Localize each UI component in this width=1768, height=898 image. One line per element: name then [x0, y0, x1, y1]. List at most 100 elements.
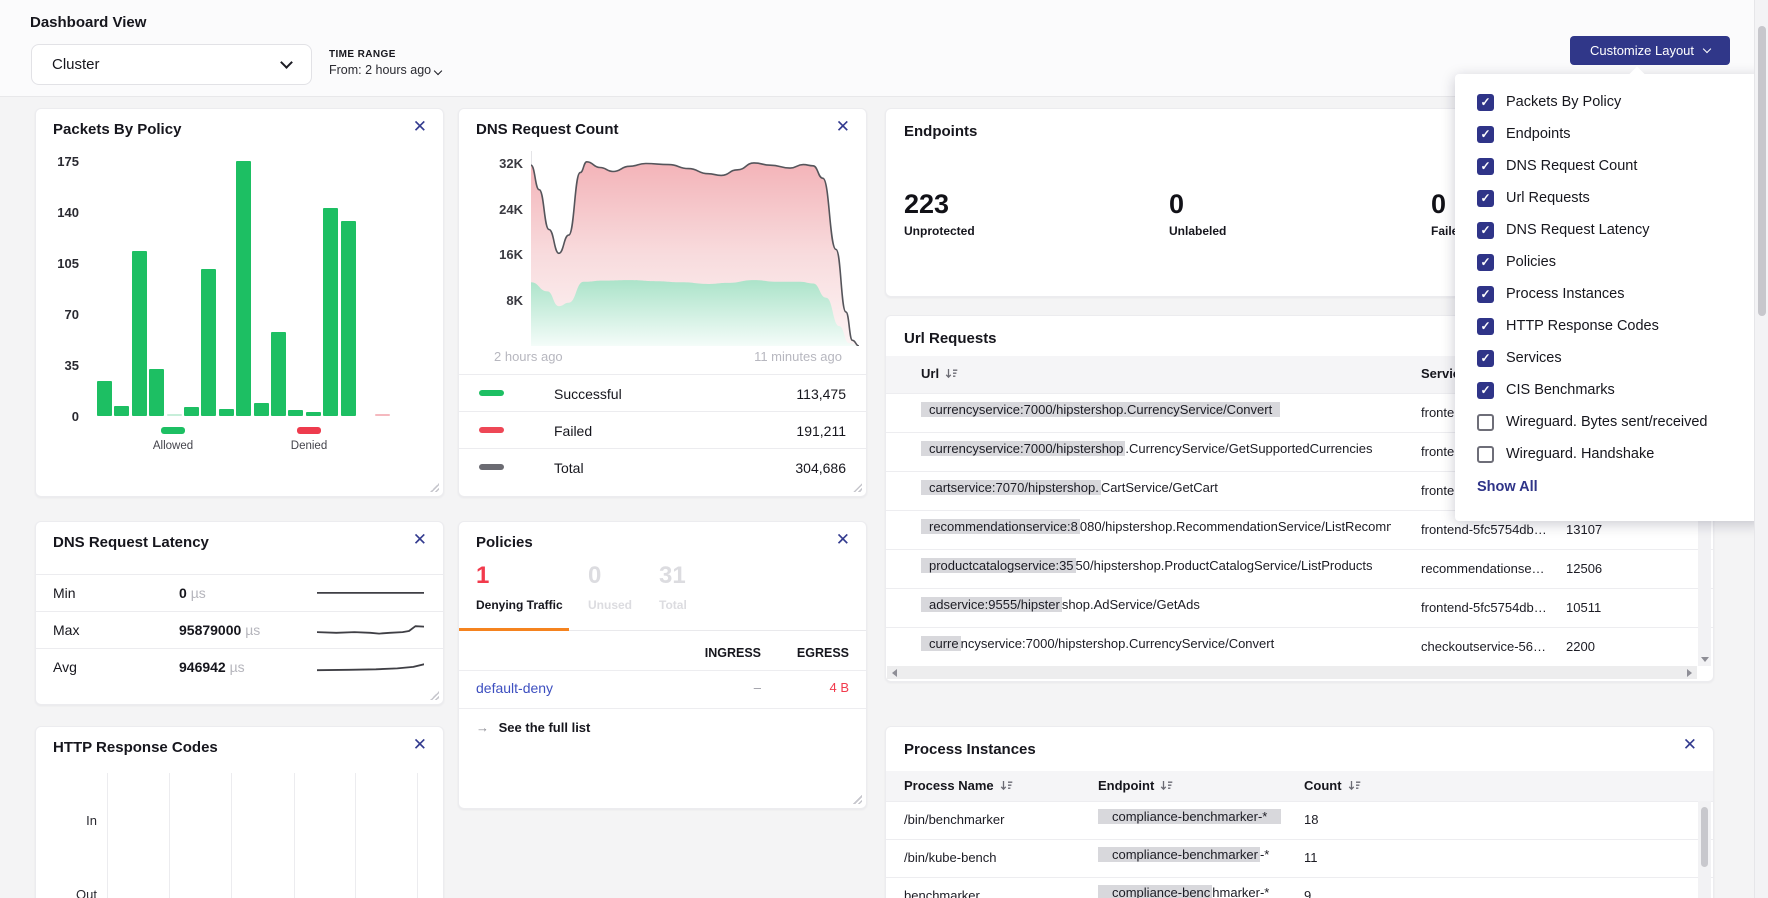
scroll-down-icon[interactable]: [1701, 657, 1709, 662]
card-title: Endpoints: [904, 123, 977, 140]
table-row[interactable]: /bin/kube-bench compliance-benchmarker-*…: [886, 839, 1713, 877]
checkbox[interactable]: [1477, 190, 1494, 207]
close-icon[interactable]: ✕: [836, 118, 850, 135]
close-icon[interactable]: ✕: [413, 736, 427, 753]
menu-item-endpoints[interactable]: Endpoints: [1477, 118, 1765, 150]
tab-total[interactable]: 31 Total: [659, 564, 687, 612]
checkbox[interactable]: [1477, 286, 1494, 303]
menu-item-cis-benchmarks[interactable]: CIS Benchmarks: [1477, 374, 1765, 406]
scrollbar-thumb[interactable]: [1701, 807, 1708, 867]
table-vertical-scrollbar[interactable]: [1698, 801, 1711, 898]
table-row[interactable]: currencyservice:7000/hipstershop.Currenc…: [886, 627, 1713, 666]
customize-layout-menu: Packets By Policy Endpoints DNS Request …: [1455, 74, 1765, 521]
menu-item-process-instances[interactable]: Process Instances: [1477, 278, 1765, 310]
column-header-url[interactable]: Url: [921, 366, 958, 381]
show-all-link[interactable]: Show All: [1477, 470, 1765, 504]
endpoint-chip: compliance-benc: [1098, 885, 1212, 898]
close-icon[interactable]: ✕: [836, 531, 850, 548]
time-range-label: TIME RANGE: [329, 49, 441, 60]
row-divider: [459, 670, 866, 671]
column-header-endpoint[interactable]: Endpoint: [1098, 778, 1173, 793]
checkbox[interactable]: [1477, 126, 1494, 143]
checkbox[interactable]: [1477, 382, 1494, 399]
menu-item-wireguard-handshake[interactable]: Wireguard. Handshake: [1477, 438, 1765, 470]
tab-value: 1: [476, 564, 563, 588]
table-horizontal-scrollbar[interactable]: [887, 666, 1697, 679]
tab-denying-traffic[interactable]: 1 Denying Traffic: [476, 564, 563, 612]
page-scrollbar[interactable]: [1754, 0, 1768, 898]
policy-name-link[interactable]: default-deny: [476, 680, 553, 696]
legend-row-total[interactable]: Total 304,686: [459, 448, 866, 485]
y-category-in: In: [57, 813, 97, 828]
customize-layout-label: Customize Layout: [1590, 43, 1694, 58]
card-title: HTTP Response Codes: [53, 739, 218, 756]
menu-item-dns-request-latency[interactable]: DNS Request Latency: [1477, 214, 1765, 246]
active-tab-underline: [459, 628, 569, 631]
sort-icon[interactable]: [1160, 780, 1173, 792]
checkbox[interactable]: [1477, 222, 1494, 239]
menu-item-packets-by-policy[interactable]: Packets By Policy: [1477, 86, 1765, 118]
checkbox[interactable]: [1477, 254, 1494, 271]
see-full-list-link[interactable]: → See the full list: [476, 720, 590, 735]
bar-allowed: [288, 410, 303, 416]
table-row[interactable]: productcatalogservice:3550/hipstershop.P…: [886, 549, 1713, 588]
resize-handle[interactable]: [429, 690, 439, 700]
sort-icon[interactable]: [945, 368, 958, 380]
menu-item-url-requests[interactable]: Url Requests: [1477, 182, 1765, 214]
customize-layout-button[interactable]: Customize Layout: [1570, 36, 1730, 65]
menu-item-http-response-codes[interactable]: HTTP Response Codes: [1477, 310, 1765, 342]
bar-allowed: [132, 251, 147, 416]
close-icon[interactable]: ✕: [1683, 736, 1697, 753]
card-dns-request-latency: DNS Request Latency ✕ Min 0 µs Max 95879…: [35, 521, 444, 705]
menu-item-policies[interactable]: Policies: [1477, 246, 1765, 278]
time-range-value[interactable]: From: 2 hours ago: [329, 63, 441, 77]
successful-swatch: [479, 390, 504, 396]
sort-icon[interactable]: [1000, 780, 1013, 792]
menu-item-wireguard-bytes[interactable]: Wireguard. Bytes sent/received: [1477, 406, 1765, 438]
chevron-down-icon: [1703, 44, 1711, 52]
view-selector[interactable]: Cluster: [31, 44, 312, 85]
bar-allowed: [149, 369, 164, 416]
ingress-value: –: [659, 680, 761, 695]
checkbox[interactable]: [1477, 414, 1494, 431]
tab-unused[interactable]: 0 Unused: [588, 564, 632, 612]
url-chip: cartservice:7070/hipstershop.: [921, 480, 1101, 495]
bar-allowed: [323, 208, 338, 416]
resize-handle[interactable]: [852, 482, 862, 492]
menu-item-services[interactable]: Services: [1477, 342, 1765, 374]
menu-item-dns-request-count[interactable]: DNS Request Count: [1477, 150, 1765, 182]
close-icon[interactable]: ✕: [413, 531, 427, 548]
scroll-left-icon[interactable]: [892, 669, 897, 677]
x-axis-left-label: 2 hours ago: [494, 349, 563, 364]
resize-handle[interactable]: [852, 794, 862, 804]
checkbox[interactable]: [1477, 446, 1494, 463]
url-chip: curre: [921, 636, 961, 651]
legend-value: 113,475: [796, 386, 846, 402]
menu-item-label: DNS Request Count: [1506, 158, 1637, 174]
checkbox[interactable]: [1477, 158, 1494, 175]
time-range: TIME RANGE From: 2 hours ago: [329, 49, 441, 77]
chevron-down-icon: [280, 56, 293, 69]
close-icon[interactable]: ✕: [413, 118, 427, 135]
column-header-count[interactable]: Count: [1304, 778, 1361, 793]
y-tick: 24K: [499, 202, 523, 217]
page-title: Dashboard View: [30, 14, 146, 31]
column-header-egress: EGRESS: [759, 646, 849, 660]
sort-icon[interactable]: [1348, 780, 1361, 792]
scrollbar-thumb[interactable]: [1758, 26, 1766, 316]
checkbox[interactable]: [1477, 350, 1494, 367]
scroll-right-icon[interactable]: [1687, 669, 1692, 677]
checkbox[interactable]: [1477, 94, 1494, 111]
checkbox[interactable]: [1477, 318, 1494, 335]
menu-item-label: Wireguard. Bytes sent/received: [1506, 414, 1707, 430]
resize-handle[interactable]: [429, 482, 439, 492]
table-row[interactable]: adservice:9555/hipstershop.AdService/Get…: [886, 588, 1713, 627]
column-header-process-name[interactable]: Process Name: [904, 778, 1013, 793]
legend-row-failed[interactable]: Failed 191,211: [459, 411, 866, 448]
y-tick: 32K: [499, 156, 523, 171]
legend-label: Denied: [277, 440, 341, 452]
table-row[interactable]: /bin/benchmarker compliance-benchmarker-…: [886, 801, 1713, 839]
table-row[interactable]: benchmarker compliance-benchmarker-* 9: [886, 877, 1713, 898]
legend-row-successful[interactable]: Successful 113,475: [459, 374, 866, 411]
latency-row-min: Min 0 µs: [36, 574, 443, 611]
